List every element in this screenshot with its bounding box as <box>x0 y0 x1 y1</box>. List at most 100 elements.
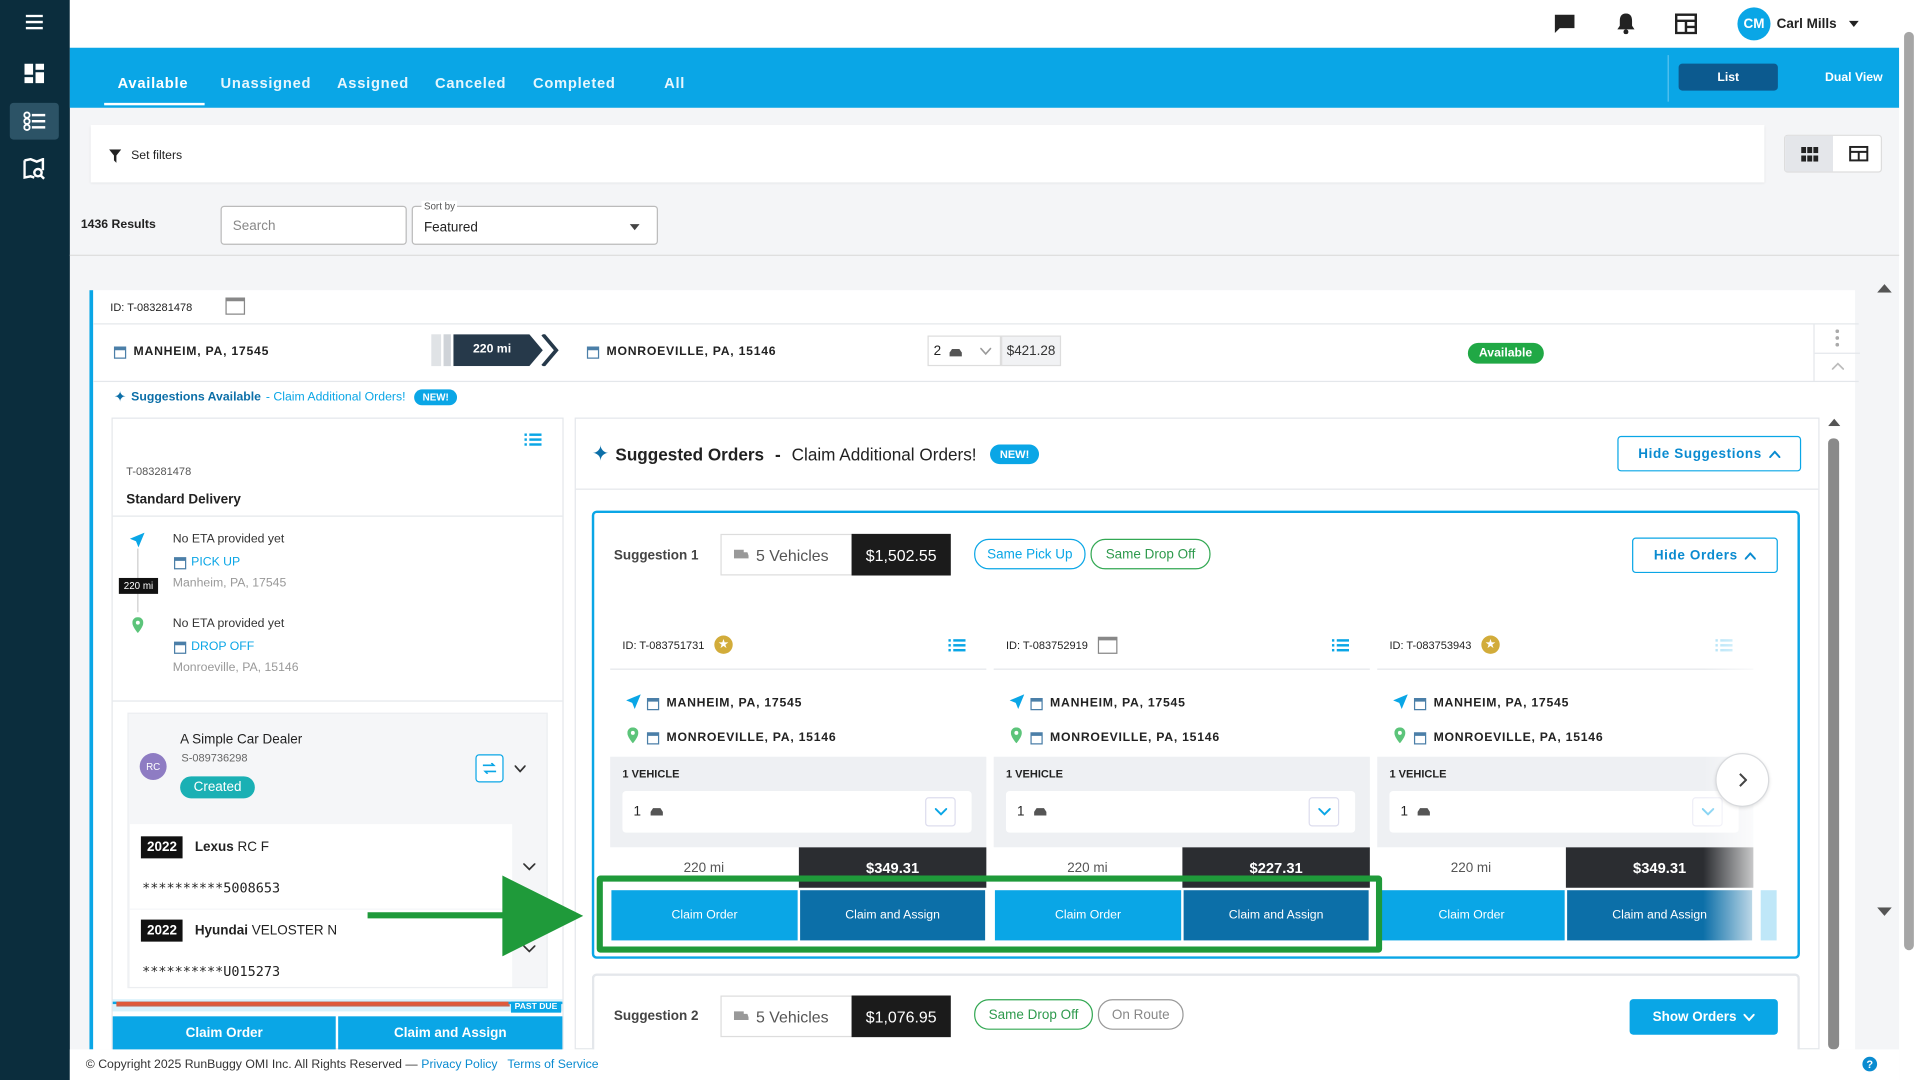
tab-completed[interactable]: Completed <box>533 75 616 92</box>
building-icon <box>1030 697 1043 710</box>
dashboard-icon[interactable] <box>10 55 59 92</box>
vehicle-select[interactable]: 1 <box>622 791 972 833</box>
star-icon: ★ <box>714 635 733 654</box>
set-filters-label[interactable]: Set filters <box>131 149 182 162</box>
suggestions-sub[interactable]: - Claim Additional Orders! <box>266 390 406 403</box>
claim-order-button[interactable]: Claim Order <box>112 1016 336 1051</box>
tab-assigned[interactable]: Assigned <box>337 75 409 92</box>
chevron-down-icon[interactable] <box>523 863 536 871</box>
vehicle-qty: 1 <box>1016 804 1025 820</box>
vehicle-qty: 2 <box>933 344 942 359</box>
panel-scrollbar[interactable] <box>1826 416 1843 1050</box>
scroll-up-arrow[interactable] <box>1877 277 1892 299</box>
claim-and-assign-button[interactable]: Claim and Assign <box>338 1016 563 1051</box>
table-view-icon[interactable] <box>1834 136 1882 172</box>
filter-bar[interactable]: Set filters <box>90 124 1765 183</box>
list-view-button[interactable]: List <box>1678 63 1778 91</box>
show-orders-button[interactable]: Show Orders <box>1629 999 1778 1035</box>
divider <box>1667 55 1669 102</box>
chevron-down-icon[interactable] <box>1308 797 1340 827</box>
panel-scrollbar-thumb[interactable] <box>1828 438 1840 1050</box>
location-pin-icon <box>627 727 639 744</box>
building-icon <box>225 297 246 321</box>
suggestion-price: $1,502.55 <box>851 533 951 576</box>
list-icon[interactable] <box>1331 637 1353 655</box>
tab-unassigned[interactable]: Unassigned <box>221 75 312 92</box>
list-icon[interactable] <box>524 431 549 453</box>
pickup-address: Manheim, PA, 17545 <box>172 576 287 591</box>
navigation-arrow-icon <box>626 694 641 709</box>
on-route-tag: On Route <box>1097 999 1184 1030</box>
order-id: ID: T-083753943 <box>1389 638 1472 651</box>
sort-value: Featured <box>423 220 478 236</box>
dropoff-link[interactable]: DROP OFF <box>173 640 254 654</box>
car-icon <box>650 808 663 816</box>
terms-link[interactable]: Terms of Service <box>507 1058 598 1071</box>
vehicle-select[interactable]: 1 <box>1389 791 1739 833</box>
navigation-arrow-icon <box>1393 694 1408 709</box>
list-icon[interactable] <box>948 637 969 655</box>
chevron-down-icon[interactable] <box>1848 20 1859 27</box>
storefront-icon[interactable] <box>1674 13 1697 40</box>
menu-icon[interactable] <box>10 4 59 41</box>
carousel-next-button[interactable] <box>1715 753 1770 807</box>
search-input[interactable]: Search <box>220 205 407 245</box>
tab-available[interactable]: Available <box>118 75 189 92</box>
swap-icon[interactable] <box>475 754 504 783</box>
chevron-down-icon <box>629 224 640 231</box>
scroll-down-arrow[interactable] <box>1877 901 1892 923</box>
hide-suggestions-label: Hide Suggestions <box>1638 446 1762 462</box>
page-scrollbar[interactable] <box>1899 24 1920 1080</box>
help-icon[interactable]: ? <box>1862 1056 1878 1072</box>
location-pin-icon <box>132 617 144 634</box>
vehicle-make: Hyundai <box>194 923 249 938</box>
building-icon <box>173 556 187 569</box>
divider <box>93 323 1859 325</box>
same-pickup-tag: Same Pick Up <box>974 538 1086 570</box>
privacy-link[interactable]: Privacy Policy <box>421 1058 497 1071</box>
status-tabs: Available Unassigned Assigned Canceled C… <box>69 47 1900 108</box>
kebab-menu-icon[interactable] <box>1835 329 1840 347</box>
distance-arrow: 220 mi <box>431 334 566 367</box>
vehicle-year: 2022 <box>140 919 184 942</box>
sort-select[interactable]: Sort by Featured <box>411 200 658 245</box>
avatar[interactable]: CM <box>1737 7 1771 41</box>
vehicle-year: 2022 <box>140 836 184 859</box>
grid-view-icon[interactable] <box>1785 135 1834 172</box>
vehicle-qty-select[interactable]: 2 <box>927 335 1002 367</box>
dual-view-button[interactable]: Dual View <box>1793 64 1916 91</box>
chevron-down-icon[interactable] <box>514 765 526 773</box>
claim-order-button[interactable]: Claim Order <box>1378 890 1565 941</box>
truck-icon <box>733 549 749 559</box>
order-id: ID: T-083752919 <box>1005 638 1088 651</box>
highlight-arrow-icon <box>367 875 584 957</box>
chevron-up-icon[interactable] <box>1831 362 1845 370</box>
hide-suggestions-button[interactable]: Hide Suggestions <box>1617 435 1802 472</box>
orders-list-icon[interactable] <box>9 102 59 140</box>
dealer-name: A Simple Car Dealer <box>180 732 303 747</box>
chevron-up-icon <box>1769 450 1781 458</box>
detail-ref: T-083281478 <box>126 465 192 478</box>
layout-toggle[interactable] <box>1783 134 1883 173</box>
bell-icon[interactable] <box>1616 12 1636 40</box>
tab-all[interactable]: All <box>664 75 685 92</box>
user-name[interactable]: Carl Mills <box>1777 17 1837 32</box>
origin-text: MANHEIM, PA, 17545 <box>1050 696 1186 711</box>
order-card-header: ID: T-083753943 ★ <box>1377 621 1754 670</box>
chevron-down-icon[interactable] <box>925 797 956 827</box>
tab-canceled[interactable]: Canceled <box>435 75 506 92</box>
chat-icon[interactable] <box>1554 13 1576 40</box>
page-scrollbar-thumb[interactable] <box>1904 31 1914 951</box>
vehicle-count: 1 VEHICLE <box>622 767 680 781</box>
map-search-icon[interactable] <box>10 151 59 188</box>
copyright: © Copyright 2025 RunBuggy OMI Inc. All R… <box>85 1057 418 1072</box>
destination-text: MONROEVILLE, PA, 15146 <box>666 731 837 745</box>
vehicle-qty: 1 <box>1400 804 1408 820</box>
search-placeholder: Search <box>232 219 276 234</box>
top-bar: CM Carl Mills <box>69 0 1920 48</box>
hide-orders-button[interactable]: Hide Orders <box>1632 537 1778 574</box>
vehicle-select[interactable]: 1 <box>1005 791 1356 833</box>
suggested-subtitle: Claim Additional Orders! <box>791 444 977 465</box>
pickup-link[interactable]: PICK UP <box>173 556 240 569</box>
navigation-arrow-icon <box>129 532 145 548</box>
